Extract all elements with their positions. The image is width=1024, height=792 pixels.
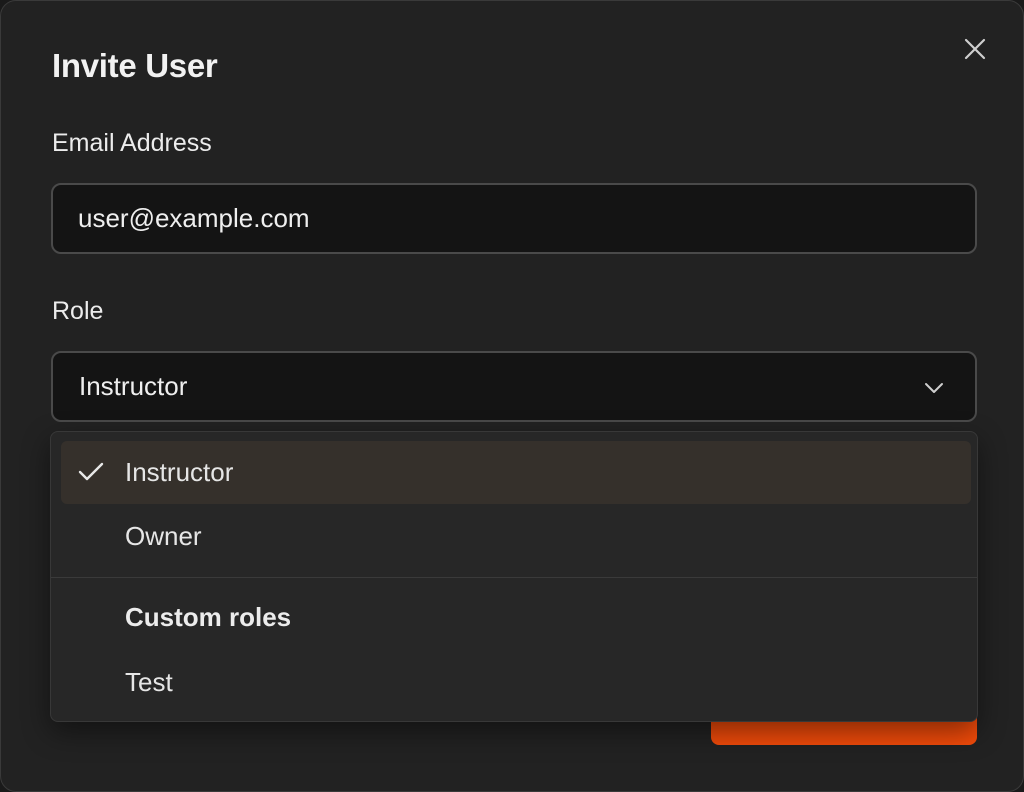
check-icon bbox=[78, 462, 104, 481]
role-select[interactable]: Instructor bbox=[51, 351, 977, 422]
close-icon bbox=[964, 38, 986, 60]
invite-user-dialog: Invite User Email Address Role Instructo… bbox=[0, 0, 1024, 792]
menu-divider bbox=[51, 577, 977, 578]
dialog-title: Invite User bbox=[52, 47, 218, 84]
chevron-down-icon bbox=[925, 383, 943, 393]
role-option-label: Owner bbox=[125, 521, 202, 551]
role-option-test[interactable]: Test bbox=[61, 651, 971, 714]
email-field[interactable] bbox=[51, 183, 977, 254]
role-select-value: Instructor bbox=[79, 371, 188, 401]
role-option-label: Instructor bbox=[125, 457, 234, 487]
custom-roles-group-label: Custom roles bbox=[125, 602, 292, 632]
role-label: Role bbox=[52, 297, 104, 325]
role-option-instructor[interactable]: Instructor bbox=[61, 441, 971, 504]
close-button[interactable] bbox=[959, 33, 991, 65]
role-dropdown-menu: Instructor Owner Custom roles Test bbox=[50, 431, 978, 722]
role-option-owner[interactable]: Owner bbox=[61, 505, 971, 568]
role-option-label: Test bbox=[125, 667, 173, 697]
email-label: Email Address bbox=[52, 129, 212, 157]
